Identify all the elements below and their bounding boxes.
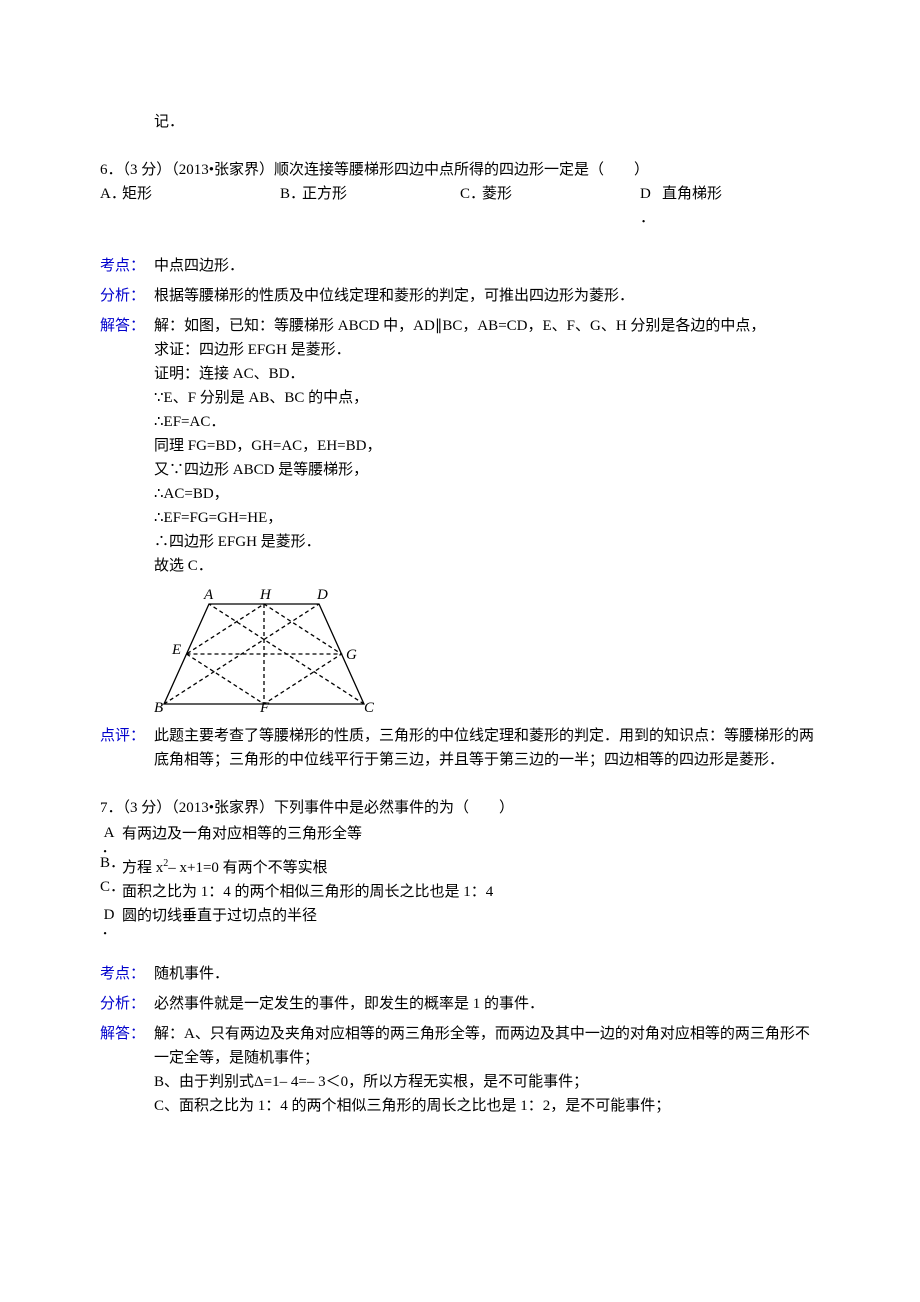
q6-kaodian-label: 考点： <box>100 254 154 278</box>
q6-options: A． 矩形 B． 正方形 C． 菱形 D． 直角梯形 <box>100 182 820 230</box>
label-E: E <box>171 642 181 658</box>
q6-jd-line: 故选 C． <box>154 554 820 578</box>
q7-jd-line: 解：A、只有两边及夹角对应相等的两三角形全等，而两边及其中一边的对角对应相等的两… <box>154 1022 820 1070</box>
q6-figure: A H D E G B F C <box>100 584 820 722</box>
q6-jd-line: 求证：四边形 EFGH 是菱形． <box>154 338 820 362</box>
q6-jd-line: ∴EF=AC． <box>154 410 820 434</box>
label-G: G <box>346 647 357 663</box>
option-label-B: B． <box>100 856 118 871</box>
option-text-A: 矩形 <box>122 182 152 206</box>
option-text-B: 方程 x2– x+1=0 有两个不等实根 <box>118 856 820 880</box>
option-label-A: A． <box>100 182 122 206</box>
q6-option-A: A． 矩形 <box>100 182 280 230</box>
q6-jd-line: ∴AC=BD， <box>154 482 820 506</box>
trapezoid-diagram-icon: A H D E G B F C <box>154 584 374 714</box>
label-A: A <box>203 587 214 603</box>
q7-stem: 7．（3 分）（2013•张家界）下列事件中是必然事件的为（ ） <box>100 796 820 820</box>
q6-jd-line: 解：如图，已知：等腰梯形 ABCD 中，AD∥BC，AB=CD，E、F、G、H … <box>154 314 820 338</box>
option-label-C: C． <box>460 182 482 206</box>
option-text-A: 有两边及一角对应相等的三角形全等 <box>118 822 820 846</box>
option-label-B: B． <box>280 182 302 206</box>
label-C: C <box>364 700 374 714</box>
q6-fenxi: 根据等腰梯形的性质及中位线定理和菱形的判定，可推出四边形为菱形． <box>154 284 820 308</box>
q7-kaodian: 随机事件． <box>154 962 820 986</box>
label-D: D <box>316 587 328 603</box>
option-label-D: D． <box>100 904 118 938</box>
q6-jd-line: ∴四边形 EFGH 是菱形． <box>154 530 820 554</box>
q6-dianping: 此题主要考查了等腰梯形的性质，三角形的中位线定理和菱形的判定．用到的知识点：等腰… <box>154 724 820 772</box>
q6-jd-line: ∴EF=FG=GH=HE， <box>154 506 820 530</box>
option-text-D: 直角梯形 <box>662 182 722 206</box>
q7-option-A: A． 有两边及一角对应相等的三角形全等 <box>100 822 820 856</box>
q6-kaodian: 中点四边形． <box>154 254 820 278</box>
option-text-D: 圆的切线垂直于过切点的半径 <box>118 904 820 928</box>
q7-option-C: C． 面积之比为 1：4 的两个相似三角形的周长之比也是 1：4 <box>100 880 820 904</box>
q7-jieda: 解：A、只有两边及夹角对应相等的两三角形全等，而两边及其中一边的对角对应相等的两… <box>154 1022 820 1118</box>
q6-jieda: 解：如图，已知：等腰梯形 ABCD 中，AD∥BC，AB=CD，E、F、G、H … <box>154 314 820 578</box>
q6-jieda-label: 解答： <box>100 314 154 578</box>
q6-stem: 6．（3 分）（2013•张家界）顺次连接等腰梯形四边中点所得的四边形一定是（ … <box>100 158 820 182</box>
label-F: F <box>259 700 270 714</box>
q6-jd-line: 证明：连接 AC、BD． <box>154 362 820 386</box>
option-text-C: 面积之比为 1：4 的两个相似三角形的周长之比也是 1：4 <box>118 880 820 904</box>
option-text-C: 菱形 <box>482 182 512 206</box>
q6-dianping-label: 点评： <box>100 724 154 772</box>
q7-jd-line: B、由于判别式Δ=1– 4=– 3＜0，所以方程无实根，是不可能事件； <box>154 1070 820 1094</box>
prev-tail: 记． <box>100 110 820 134</box>
option-label-A: A． <box>100 822 118 856</box>
option-label-C: C． <box>100 880 118 895</box>
q7-option-D: D． 圆的切线垂直于过切点的半径 <box>100 904 820 938</box>
label-H: H <box>259 587 272 603</box>
label-B: B <box>154 700 163 714</box>
q6-option-C: C． 菱形 <box>460 182 640 230</box>
q6-option-B: B． 正方形 <box>280 182 460 230</box>
q6-option-D: D． 直角梯形 <box>640 182 820 230</box>
option-text-B: 正方形 <box>302 182 347 206</box>
q7-options: A． 有两边及一角对应相等的三角形全等 B． 方程 x2– x+1=0 有两个不… <box>100 822 820 938</box>
q6-jd-line: 又∵四边形 ABCD 是等腰梯形， <box>154 458 820 482</box>
q7-kaodian-label: 考点： <box>100 962 154 986</box>
q6-jd-line: 同理 FG=BD，GH=AC，EH=BD， <box>154 434 820 458</box>
q7-jieda-label: 解答： <box>100 1022 154 1118</box>
q7-fenxi: 必然事件就是一定发生的事件，即发生的概率是 1 的事件． <box>154 992 820 1016</box>
q7-fenxi-label: 分析： <box>100 992 154 1016</box>
q6-jd-line: ∵E、F 分别是 AB、BC 的中点， <box>154 386 820 410</box>
q7-jd-line: C、面积之比为 1：4 的两个相似三角形的周长之比也是 1：2，是不可能事件； <box>154 1094 820 1118</box>
option-label-D: D． <box>640 182 662 230</box>
q6-fenxi-label: 分析： <box>100 284 154 308</box>
q7-option-B: B． 方程 x2– x+1=0 有两个不等实根 <box>100 856 820 880</box>
